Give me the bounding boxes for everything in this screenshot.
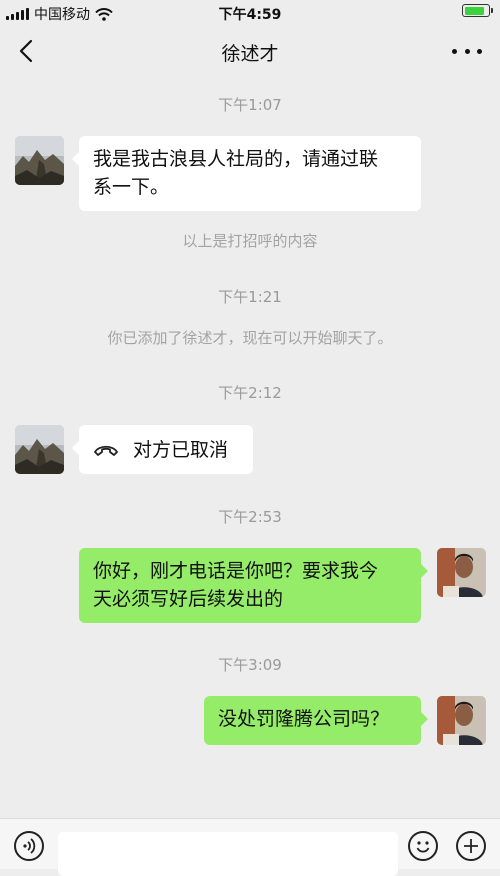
my-avatar[interactable] [437, 696, 486, 745]
status-time: 下午4:59 [218, 7, 282, 23]
status-right [462, 4, 493, 17]
message-line: 没处罚隆腾公司吗？ [218, 708, 390, 730]
more-options-icon[interactable] [452, 40, 482, 62]
input-bar [0, 818, 500, 876]
timestamp: 下午1:07 [218, 96, 282, 114]
message-bubble-outgoing[interactable]: 你好，刚才电话是你吧？要求我今 天必须写好后续发出的 [79, 548, 428, 623]
battery-icon [462, 4, 493, 17]
chat-header: 徐述才 [0, 26, 500, 76]
contact-avatar[interactable] [15, 136, 64, 185]
system-message: 你已添加了徐述才，现在可以开始聊天了。 [107, 329, 393, 347]
message-line: 我是我古浪县人社局的，请通过联 [93, 148, 379, 170]
phone-hangup-icon [94, 445, 118, 456]
call-status-label: 对方已取消 [133, 438, 229, 461]
timestamp: 下午2:12 [218, 384, 282, 402]
message-bubble-outgoing[interactable]: 没处罚隆腾公司吗？ [204, 696, 428, 745]
message-bubble-incoming[interactable]: 我是我古浪县人社局的，请通过联 系一下。 [72, 136, 421, 211]
message-input[interactable] [58, 832, 398, 876]
timestamp: 下午1:21 [218, 288, 282, 306]
contact-avatar[interactable] [15, 425, 64, 474]
my-avatar[interactable] [437, 548, 486, 597]
timestamp: 下午3:09 [218, 656, 282, 674]
message-line: 系一下。 [93, 176, 170, 198]
message-line: 你好，刚才电话是你吧？要求我今 [93, 560, 379, 582]
call-record-bubble[interactable]: 对方已取消 [72, 425, 253, 474]
add-icon[interactable] [456, 831, 486, 861]
system-message: 以上是打招呼的内容 [182, 232, 318, 250]
status-bar: 中国移动 下午4:59 [0, 0, 500, 26]
emoji-icon[interactable] [408, 831, 438, 861]
battery-fill [464, 6, 485, 15]
timestamp: 下午2:53 [218, 508, 282, 526]
chat-title: 徐述才 [221, 43, 279, 65]
message-line: 天必须写好后续发出的 [93, 588, 284, 610]
voice-icon[interactable] [14, 831, 44, 861]
